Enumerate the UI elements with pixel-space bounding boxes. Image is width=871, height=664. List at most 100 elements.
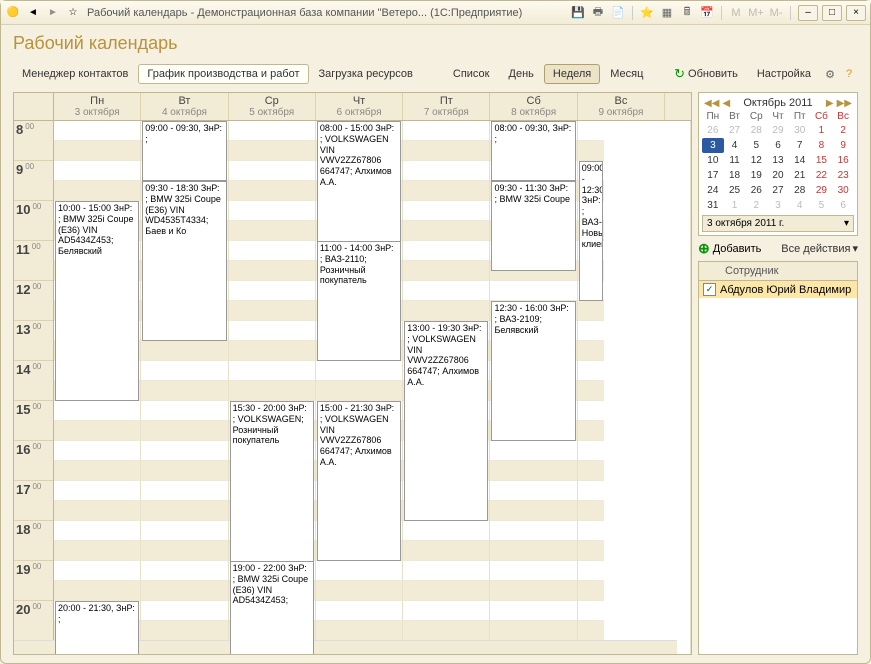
time-slot[interactable] [578,121,604,141]
view-day[interactable]: День [500,64,543,84]
close-button[interactable]: × [846,5,866,21]
time-slot[interactable] [578,441,604,461]
minical-day[interactable]: 8 [811,138,833,153]
time-slot[interactable] [141,401,227,421]
tab-load[interactable]: Загрузка ресурсов [310,64,422,84]
minical-day[interactable]: 5 [811,198,833,213]
time-slot[interactable] [316,561,402,581]
minical-day[interactable]: 27 [724,123,746,138]
mem-mm[interactable]: M- [767,5,785,21]
time-slot[interactable] [490,541,576,561]
time-slot[interactable] [490,501,576,521]
time-slot[interactable] [316,601,402,621]
time-slot[interactable] [403,221,489,241]
time-slot[interactable] [54,481,140,501]
time-slot[interactable] [578,381,604,401]
minical-day[interactable]: 3 [702,138,724,153]
calendar-event[interactable]: 13:00 - 19:30 ЗнР: ; VOLKSWAGEN VIN VWV2… [404,321,488,521]
time-slot[interactable] [578,301,604,321]
time-slot[interactable] [229,261,315,281]
minical-day[interactable]: 2 [745,198,767,213]
minical-day[interactable]: 19 [745,168,767,183]
time-slot[interactable] [403,521,489,541]
time-slot[interactable] [229,121,315,141]
time-slot[interactable] [578,461,604,481]
dropdown-icon[interactable]: ▾ [844,218,849,229]
settings-button[interactable]: Настройка [748,64,820,84]
time-slot[interactable] [578,421,604,441]
time-slot[interactable] [141,521,227,541]
minical-day[interactable]: 6 [832,198,854,213]
time-slot[interactable] [490,281,576,301]
back-icon[interactable]: ◄ [25,5,41,21]
time-slot[interactable] [54,141,140,161]
gear-icon[interactable]: ⚙ [821,66,839,82]
time-slot[interactable] [578,321,604,341]
view-month[interactable]: Месяц [601,64,652,84]
time-slot[interactable] [141,561,227,581]
minical-day[interactable]: 18 [724,168,746,183]
calendar-event[interactable]: 19:00 - 22:00 ЗнР: ; BMW 325i Coupe (E36… [230,561,314,654]
time-slot[interactable] [578,401,604,421]
minical-day[interactable]: 25 [724,183,746,198]
minical-day[interactable]: 12 [745,153,767,168]
time-slot[interactable] [490,441,576,461]
minimize-button[interactable]: – [798,5,818,21]
time-slot[interactable] [229,181,315,201]
minical-day[interactable]: 11 [724,153,746,168]
time-slot[interactable] [141,601,227,621]
employee-checkbox[interactable]: ✓ [703,283,716,296]
time-slot[interactable] [578,601,604,621]
time-slot[interactable] [229,281,315,301]
time-slot[interactable] [403,621,489,641]
add-button[interactable]: ⊕Добавить [698,240,761,257]
minical-day[interactable]: 27 [767,183,789,198]
prev-month-icon[interactable]: ◀ [722,98,730,109]
minical-day[interactable]: 26 [702,123,724,138]
minical-day[interactable]: 6 [767,138,789,153]
minical-day[interactable]: 13 [767,153,789,168]
time-slot[interactable] [316,581,402,601]
time-slot[interactable] [229,341,315,361]
employee-row[interactable]: ✓ Абдулов Юрий Владимир [699,281,857,298]
calendar-event[interactable]: 09:30 - 11:30 ЗнР: ; BMW 325i Coupe [491,181,575,271]
minical-day[interactable]: 5 [745,138,767,153]
time-slot[interactable] [141,621,227,641]
minical-day[interactable]: 9 [832,138,854,153]
time-slot[interactable] [403,201,489,221]
time-slot[interactable] [54,521,140,541]
day-header-0[interactable]: Пн3 октября [54,93,141,120]
time-slot[interactable] [578,561,604,581]
time-slot[interactable] [578,501,604,521]
minical-day[interactable]: 14 [789,153,811,168]
minical-day[interactable]: 4 [789,198,811,213]
time-slot[interactable] [490,461,576,481]
tab-schedule[interactable]: График производства и работ [138,64,308,84]
cal-icon[interactable]: 📅 [698,5,716,21]
time-slot[interactable] [403,601,489,621]
time-slot[interactable] [141,501,227,521]
calendar-event[interactable]: 09:00 - 09:30, ЗнР: ; [142,121,226,181]
minical-day[interactable]: 23 [832,168,854,183]
minical-day[interactable]: 21 [789,168,811,183]
time-slot[interactable] [403,181,489,201]
calendar-event[interactable]: 08:00 - 09:30, ЗнР: ; [491,121,575,181]
time-slot[interactable] [403,241,489,261]
day-header-3[interactable]: Чт6 октября [316,93,403,120]
time-slot[interactable] [54,461,140,481]
time-slot[interactable] [490,521,576,541]
time-slot[interactable] [578,521,604,541]
time-slot[interactable] [403,281,489,301]
day-header-2[interactable]: Ср5 октября [229,93,316,120]
time-slot[interactable] [403,121,489,141]
calendar-event[interactable]: 11:00 - 14:00 ЗнР: ; ВАЗ-2110; Розничный… [317,241,401,361]
time-slot[interactable] [578,541,604,561]
mem-mp[interactable]: M+ [747,5,765,21]
next-year-icon[interactable]: ▶▶ [837,98,852,109]
time-slot[interactable] [229,221,315,241]
time-slot[interactable] [403,581,489,601]
time-slot[interactable] [578,361,604,381]
time-slot[interactable] [490,621,576,641]
time-slot[interactable] [490,581,576,601]
time-slot[interactable] [578,581,604,601]
